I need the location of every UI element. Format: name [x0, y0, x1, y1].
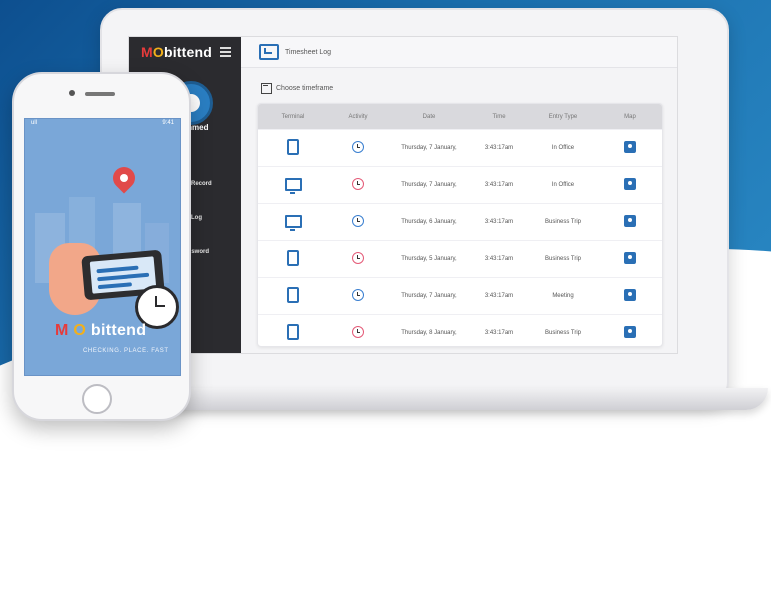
col-terminal: Terminal	[281, 113, 305, 120]
time-cell: 3:43:17am	[484, 145, 514, 151]
brand-o: O	[152, 44, 164, 60]
map-pin-icon[interactable]	[624, 252, 636, 264]
entry-type-cell: Business Trip	[544, 219, 581, 225]
table-header: Terminal Activity Date Time Entry Type M…	[258, 104, 662, 129]
desktop-icon	[284, 214, 302, 231]
map-cell	[598, 215, 662, 229]
time-cell: 3:43:17am	[484, 219, 514, 225]
map-cell	[598, 326, 662, 340]
entry-type-cell: In Office	[551, 182, 575, 188]
map-pin-icon[interactable]	[624, 326, 636, 338]
col-map: Map	[624, 113, 636, 120]
date-cell: Thursday, 7 January,	[401, 145, 457, 151]
clock-in-icon	[352, 141, 364, 153]
clock-out-icon	[352, 178, 364, 190]
phone-frame: ull 9:41 M O bittend CHECKING. PLACE. FA…	[12, 72, 191, 421]
choose-timeframe-label: Choose timeframe	[276, 85, 334, 92]
activity-cell	[328, 141, 388, 155]
activity-cell	[328, 178, 388, 192]
phone-camera	[69, 90, 75, 96]
main-header: Timesheet Log	[241, 37, 677, 68]
date-cell: Thursday, 7 January,	[401, 182, 457, 188]
clock-in-icon	[352, 215, 364, 227]
map-pin-icon[interactable]	[624, 141, 636, 153]
col-entry-type: Entry Type	[548, 113, 578, 120]
date-cell: Thursday, 5 January,	[401, 256, 457, 262]
location-pin-icon	[108, 162, 140, 194]
table-row[interactable]: Thursday, 5 January, 3:43:17am Business …	[258, 240, 662, 277]
tagline: CHECKING. PLACE. FAST	[83, 348, 169, 354]
table-row[interactable]: Thursday, 6 January, 3:43:17am Business …	[258, 203, 662, 240]
clock-out-icon	[352, 252, 364, 264]
phone-speaker	[85, 92, 115, 96]
map-cell	[598, 289, 662, 303]
menu-icon[interactable]	[220, 47, 231, 57]
phone-logo-rest: bittend	[90, 322, 147, 339]
mobile-icon	[287, 250, 299, 266]
clock-in-icon	[352, 289, 364, 301]
timesheet-icon	[259, 44, 279, 60]
home-button[interactable]	[82, 384, 112, 414]
col-activity: Activity	[348, 113, 368, 120]
clock-out-icon	[352, 326, 364, 338]
col-date: Date	[422, 113, 436, 120]
time-cell: 3:43:17am	[484, 256, 514, 262]
table-row[interactable]: Thursday, 8 January, 3:43:17am Business …	[258, 314, 662, 346]
mini-input-bar	[97, 282, 133, 290]
phone-logo-m: M	[55, 322, 69, 339]
date-cell: Thursday, 7 January,	[401, 293, 457, 299]
phone-logo: M O bittend	[55, 322, 146, 340]
status-left: ull	[31, 120, 38, 126]
map-pin-icon[interactable]	[624, 178, 636, 190]
activity-cell	[328, 326, 388, 340]
terminal-cell	[258, 139, 328, 157]
entry-type-cell: Business Trip	[544, 256, 581, 262]
page-title: Timesheet Log	[285, 48, 332, 56]
calendar-icon	[261, 83, 272, 94]
table-row[interactable]: Thursday, 7 January, 3:43:17am In Office	[258, 129, 662, 166]
mini-input-bar	[97, 272, 150, 282]
table-row[interactable]: Thursday, 7 January, 3:43:17am In Office	[258, 166, 662, 203]
choose-timeframe[interactable]: Choose timeframe	[261, 83, 333, 94]
activity-cell	[328, 252, 388, 266]
table-row[interactable]: Thursday, 7 January, 3:43:17am Meeting	[258, 277, 662, 314]
terminal-cell	[258, 214, 328, 231]
map-cell	[598, 141, 662, 155]
phone-screen: ull 9:41 M O bittend CHECKING. PLACE. FA…	[24, 118, 181, 376]
phone-logo-o: O	[73, 322, 87, 339]
terminal-cell	[258, 177, 328, 194]
main-panel: Timesheet Log Choose timeframe Terminal …	[241, 37, 677, 353]
status-right: 9:41	[162, 120, 174, 126]
brand-rest: bittend	[163, 44, 213, 60]
mobile-icon	[287, 324, 299, 340]
map-pin-icon[interactable]	[624, 289, 636, 301]
map-pin-icon[interactable]	[624, 215, 636, 227]
desktop-icon	[284, 177, 302, 194]
brand-logo: M O bittend	[141, 44, 212, 60]
sidebar-top: M O bittend	[129, 37, 241, 67]
timesheet-table: Terminal Activity Date Time Entry Type M…	[257, 103, 663, 347]
time-cell: 3:43:17am	[484, 293, 514, 299]
col-time: Time	[492, 113, 506, 120]
terminal-cell	[258, 287, 328, 305]
date-cell: Thursday, 8 January,	[401, 330, 457, 336]
entry-type-cell: Business Trip	[544, 330, 581, 336]
mobile-icon	[287, 287, 299, 303]
entry-type-cell: Meeting	[552, 293, 574, 299]
status-bar: ull 9:41	[25, 119, 180, 129]
entry-type-cell: In Office	[551, 145, 575, 151]
activity-cell	[328, 289, 388, 303]
activity-cell	[328, 215, 388, 229]
time-cell: 3:43:17am	[484, 330, 514, 336]
mobile-icon	[287, 139, 299, 155]
mini-input-bar	[96, 265, 139, 274]
map-cell	[598, 252, 662, 266]
laptop-screen: M O bittend e Ahmed heet Record heet Log…	[128, 36, 678, 354]
date-cell: Thursday, 6 January,	[401, 219, 457, 225]
terminal-cell	[258, 250, 328, 268]
terminal-cell	[258, 324, 328, 342]
map-cell	[598, 178, 662, 192]
brand-m: M	[141, 44, 153, 60]
time-cell: 3:43:17am	[484, 182, 514, 188]
